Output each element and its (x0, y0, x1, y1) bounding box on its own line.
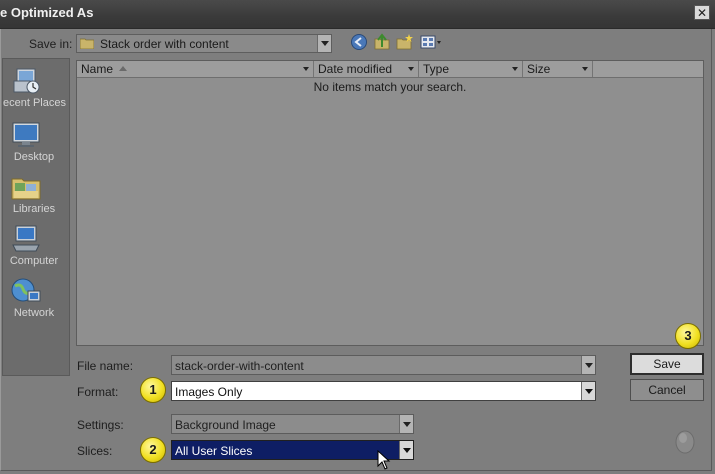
view-menu-icon[interactable] (420, 33, 442, 51)
slices-label: Slices: (77, 444, 113, 458)
format-label: Format: (77, 385, 119, 399)
file-name-label: File name: (77, 359, 134, 373)
column-filter-icon[interactable] (406, 63, 416, 75)
format-select[interactable]: Images Only (171, 381, 596, 401)
place-network[interactable]: Network (3, 277, 71, 329)
chevron-down-icon (402, 447, 411, 453)
computer-icon (12, 225, 40, 252)
place-label: Computer (9, 255, 59, 267)
up-folder-icon[interactable] (373, 33, 391, 51)
libraries-icon (11, 178, 41, 200)
empty-list-message: No items match your search. (313, 80, 467, 94)
settings-dropdown-arrow[interactable] (399, 415, 413, 433)
place-libraries[interactable]: Libraries (3, 173, 71, 225)
mouse-pointer-icon (377, 450, 391, 470)
close-icon: ✕ (696, 5, 708, 20)
format-value: Images Only (175, 385, 243, 399)
column-filter-icon[interactable] (580, 63, 590, 75)
place-label: Desktop (13, 151, 55, 163)
save-in-label: Save in: (29, 37, 73, 51)
place-label: Libraries (12, 203, 56, 215)
place-label: ecent Places (3, 97, 66, 109)
title-bar (0, 0, 715, 29)
step-badge-3: 3 (675, 323, 701, 349)
settings-select[interactable]: Background Image (171, 414, 414, 434)
window-title: e Optimized As (0, 5, 94, 20)
format-dropdown-arrow[interactable] (581, 382, 595, 400)
places-bar: ecent Places Desktop Libraries Computer (2, 58, 70, 376)
chevron-down-icon (584, 388, 593, 394)
save-button[interactable]: Save (630, 353, 704, 375)
place-label: Network (13, 307, 55, 319)
column-header-type[interactable]: Type (419, 61, 523, 77)
place-recent-places[interactable]: ecent Places (3, 67, 71, 119)
new-folder-icon[interactable] (396, 33, 414, 51)
file-name-input[interactable]: stack-order-with-content (171, 355, 596, 375)
save-in-dropdown-arrow[interactable] (317, 35, 331, 52)
step-badge-1: 1 (140, 377, 166, 403)
recent-places-icon (13, 68, 40, 94)
file-name-dropdown-arrow[interactable] (581, 356, 595, 374)
settings-label: Settings: (77, 418, 124, 432)
place-desktop[interactable]: Desktop (3, 121, 71, 173)
column-filter-icon[interactable] (510, 63, 520, 75)
close-button[interactable]: ✕ (694, 5, 710, 20)
file-name-value: stack-order-with-content (175, 359, 304, 373)
desktop-icon (12, 122, 40, 147)
file-list-header: Name Date modified Type Size (77, 61, 703, 78)
step-badge-2: 2 (140, 437, 166, 463)
sort-ascending-icon (119, 66, 127, 71)
slices-dropdown-arrow[interactable] (399, 441, 413, 459)
resize-grip-icon[interactable] (672, 425, 698, 455)
file-list[interactable] (76, 60, 704, 346)
chevron-down-icon (402, 421, 411, 427)
settings-value: Background Image (175, 418, 276, 432)
column-header-name[interactable]: Name (77, 61, 314, 77)
back-icon[interactable] (350, 33, 368, 51)
place-computer[interactable]: Computer (3, 225, 71, 277)
cancel-button[interactable]: Cancel (630, 379, 704, 401)
slices-value: All User Slices (175, 444, 253, 458)
save-in-value: Stack order with content (100, 37, 229, 51)
network-icon (11, 278, 41, 302)
folder-icon (80, 38, 94, 49)
chevron-down-icon (584, 362, 593, 368)
column-header-date-modified[interactable]: Date modified (314, 61, 419, 77)
column-filter-icon[interactable] (301, 63, 311, 75)
chevron-down-icon (320, 41, 329, 46)
